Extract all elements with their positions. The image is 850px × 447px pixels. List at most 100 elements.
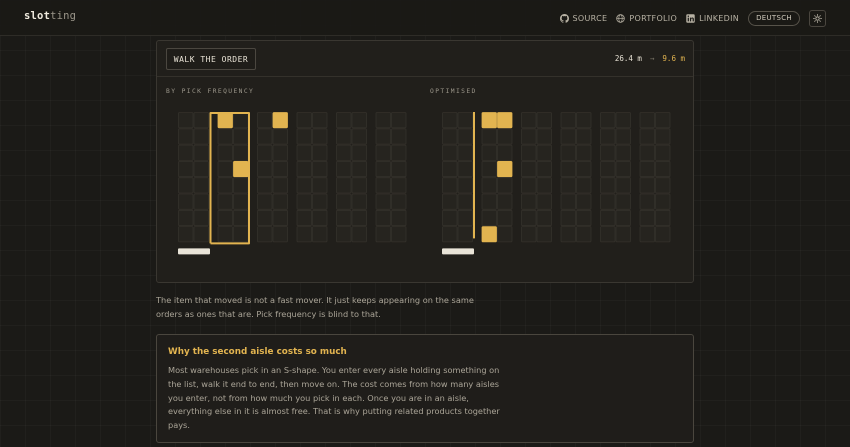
rack-slot: [655, 193, 671, 210]
rack-slot: [296, 161, 312, 178]
rack-slot: [655, 161, 671, 178]
top-nav: SOURCE PORTFOLIO LINKEDIN DEUTSCH: [559, 0, 826, 36]
rack-slot: [600, 128, 616, 145]
rack-slot: [375, 226, 391, 243]
rack-slot: [481, 128, 497, 145]
rack-slot: [457, 193, 473, 210]
rack-slot: [442, 177, 458, 194]
rack-slot: [193, 177, 209, 194]
rack-slot: [296, 193, 312, 210]
rack-slot: [639, 161, 655, 178]
rack-slot: [193, 112, 209, 129]
rack-slot: [375, 144, 391, 161]
rack-slot: [615, 112, 631, 129]
rack-slot: [193, 128, 209, 145]
rack-slot: [336, 128, 352, 145]
rack-slot: [521, 226, 537, 243]
rack-slot: [336, 144, 352, 161]
rack-slot: [615, 209, 631, 227]
rack-slot: [257, 144, 273, 161]
language-button[interactable]: DEUTSCH: [748, 10, 800, 26]
rack-slot: [336, 226, 352, 243]
rack-slot: [576, 161, 592, 178]
rack-slot: [178, 193, 194, 210]
rack-slot: [615, 177, 631, 194]
rack-slot: [351, 144, 367, 161]
rack-slot: [576, 226, 592, 243]
rack-slot: [442, 193, 458, 210]
rack-slot: [375, 112, 391, 129]
rack-slot: [639, 209, 655, 227]
rack-slot: [193, 226, 209, 243]
rack-slot: [655, 128, 671, 145]
rack-slot: [560, 144, 576, 161]
rack-slot: [600, 193, 616, 210]
nav-portfolio-link[interactable]: PORTFOLIO: [616, 14, 677, 23]
rack-slot: [296, 144, 312, 161]
rack-slot: [639, 144, 655, 161]
rack-slot: [655, 112, 671, 129]
rack-slot: [391, 226, 407, 243]
rack-slot: [600, 161, 616, 178]
rack-slot: [178, 128, 194, 145]
rack-slot: [536, 112, 552, 129]
rack-slot: [296, 128, 312, 145]
rack-slot: [351, 161, 367, 178]
rack-slot: [442, 112, 458, 129]
rack-slot: [312, 193, 328, 210]
rack-slot: [257, 209, 273, 227]
rack-slot: [536, 209, 552, 227]
rack-slot: [481, 209, 497, 227]
rack-slot: [296, 112, 312, 129]
rack-slot: [233, 209, 249, 227]
rack-slot: [560, 112, 576, 129]
rack-slot: [257, 161, 273, 178]
rack-slot: [536, 128, 552, 145]
rack-slot: [312, 209, 328, 227]
rack-slot: [272, 128, 288, 145]
rack-slot: [615, 161, 631, 178]
logo[interactable]: slotting: [24, 10, 76, 22]
rack-slot: [639, 177, 655, 194]
rack-slot: [391, 161, 407, 178]
nav-linkedin-link[interactable]: LINKEDIN: [686, 14, 739, 23]
highlighted-slot: [497, 112, 513, 129]
rack-slot: [217, 128, 233, 145]
highlighted-slot: [481, 112, 497, 129]
rack-slot: [217, 144, 233, 161]
rack-slot: [457, 161, 473, 178]
rack-slot: [457, 209, 473, 227]
rack-slot: [457, 144, 473, 161]
logo-main: slot: [24, 10, 51, 22]
rack-slot: [655, 226, 671, 243]
rack-slot: [272, 209, 288, 227]
rack-slot: [536, 226, 552, 243]
rack-slot: [178, 209, 194, 227]
rack-slot: [655, 144, 671, 161]
rack-slot: [178, 226, 194, 243]
rack-slot: [375, 161, 391, 178]
rack-slot: [312, 128, 328, 145]
rack-slot: [560, 209, 576, 227]
rack-slot: [481, 161, 497, 178]
rack-slot: [560, 128, 576, 145]
rack-slot: [217, 226, 233, 243]
rack-slot: [521, 128, 537, 145]
rack-slot: [217, 209, 233, 227]
rack-slot: [351, 209, 367, 227]
rack-slot: [521, 177, 537, 194]
rack-slot: [639, 193, 655, 210]
rack-slot: [497, 193, 513, 210]
rack-slot: [312, 161, 328, 178]
rack-slot: [536, 144, 552, 161]
rack-slot: [521, 112, 537, 129]
rack-slot: [272, 144, 288, 161]
rack-slot: [233, 112, 249, 129]
callout-title: Why the second aisle costs so much: [168, 347, 347, 357]
rack-slot: [576, 193, 592, 210]
rack-slot: [336, 193, 352, 210]
rack-slot: [351, 226, 367, 243]
nav-source-link[interactable]: SOURCE: [559, 13, 608, 23]
rack-slot: [615, 193, 631, 210]
theme-toggle-button[interactable]: [809, 9, 826, 27]
